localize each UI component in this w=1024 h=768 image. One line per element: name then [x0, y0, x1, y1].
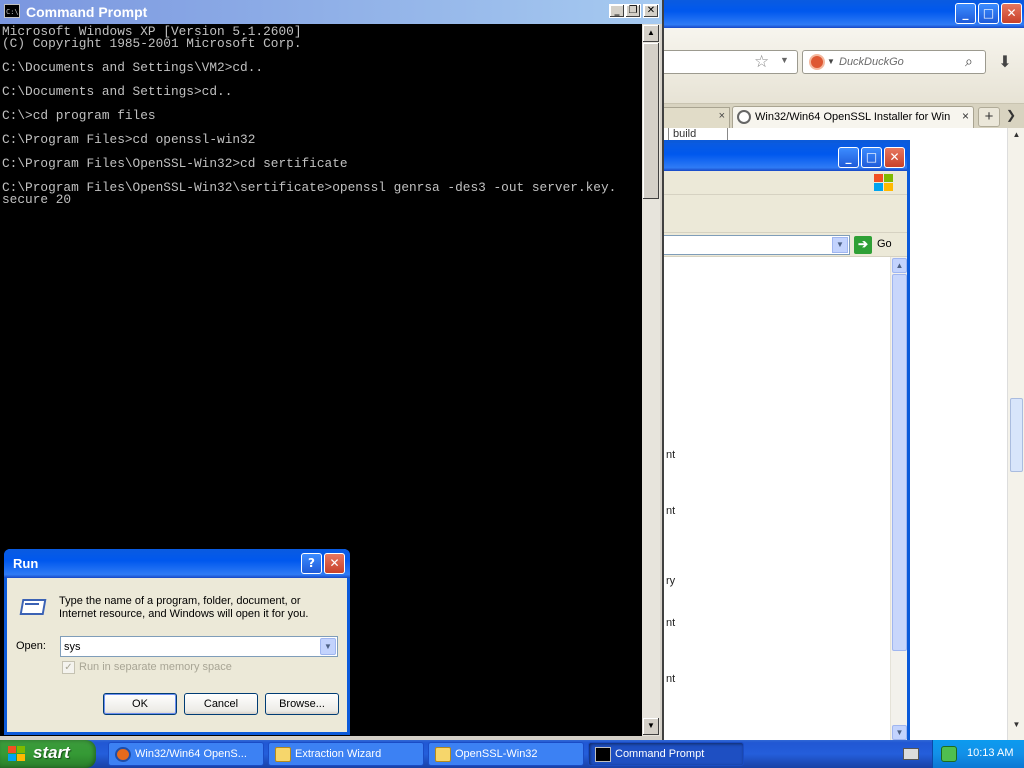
taskbar-item-label: Extraction Wizard: [295, 748, 382, 760]
scrollbar-thumb[interactable]: [892, 274, 907, 651]
taskbar-item-label: Win32/Win64 OpenS...: [135, 748, 247, 760]
tab-openssl-installer[interactable]: Win32/Win64 OpenSSL Installer for Win...…: [732, 106, 974, 128]
run-close-button[interactable]: ✕: [324, 553, 345, 574]
address-dropdown-icon[interactable]: ▼: [832, 237, 848, 253]
tab-close-icon[interactable]: ×: [719, 110, 725, 122]
taskbar-item-extraction-wizard[interactable]: Extraction Wizard: [268, 742, 424, 766]
go-arrow-icon[interactable]: ➔: [854, 236, 872, 254]
separate-memory-checkbox: ✓: [62, 661, 75, 674]
explorer-window-openssl: _ □ ✕ ▼ ➔ Go nt nt ry nt nt ▲ ▼: [664, 140, 910, 743]
firefox-minimize-button[interactable]: _: [955, 3, 976, 24]
ok-button[interactable]: OK: [103, 693, 177, 715]
site-favicon-icon: [737, 110, 751, 124]
scroll-down-arrow-icon[interactable]: ▼: [643, 718, 659, 735]
scroll-down-arrow-icon[interactable]: ▼: [1010, 720, 1023, 734]
help-button[interactable]: ?: [301, 553, 322, 574]
explorer-menu-bar: [664, 171, 907, 195]
command-prompt-icon: C:\: [4, 4, 20, 18]
explorer-minimize-button[interactable]: _: [838, 147, 859, 168]
taskbar-item-firefox[interactable]: Win32/Win64 OpenS...: [108, 742, 264, 766]
taskbar-item-label: OpenSSL-Win32: [455, 748, 538, 760]
tab-label: Win32/Win64 OpenSSL Installer for Win...: [755, 111, 951, 123]
go-button[interactable]: Go: [877, 238, 892, 250]
scrollbar-thumb[interactable]: [1010, 398, 1023, 472]
explorer-maximize-button[interactable]: □: [861, 147, 882, 168]
open-combobox[interactable]: ▼: [60, 636, 338, 657]
taskbar-item-label: Command Prompt: [615, 748, 705, 760]
start-label: start: [33, 743, 70, 762]
file-list-text-fragment: nt: [666, 449, 676, 461]
download-icon[interactable]: ⬇: [992, 52, 1018, 74]
address-field[interactable]: ▼: [664, 235, 850, 255]
url-history-dropdown-icon[interactable]: ▼: [780, 55, 789, 65]
cmd-close-button[interactable]: ✕: [643, 4, 659, 18]
window-title: Command Prompt: [26, 4, 148, 20]
new-tab-button[interactable]: +: [978, 107, 1000, 127]
windows-logo-icon: [874, 174, 894, 192]
cmd-minimize-button[interactable]: _: [609, 4, 625, 18]
firefox-icon: [115, 747, 131, 762]
file-list-text-fragment: nt: [666, 505, 676, 517]
search-placeholder: DuckDuckGo: [839, 56, 904, 68]
console-text: Microsoft Windows XP [Version 5.1.2600] …: [2, 24, 617, 207]
firefox-tab-strip: × Win32/Win64 OpenSSL Installer for Win.…: [664, 104, 1024, 128]
open-input[interactable]: [64, 639, 316, 654]
tab-scroll-right-icon[interactable]: ❯: [1006, 108, 1016, 122]
bookmark-star-icon[interactable]: ☆: [754, 52, 769, 72]
console-vertical-scrollbar[interactable]: ▲ ▼: [642, 24, 660, 736]
firefox-vertical-scrollbar[interactable]: ▲ ▼: [1007, 128, 1024, 740]
scroll-up-arrow-icon[interactable]: ▲: [892, 258, 907, 273]
network-icon[interactable]: [941, 746, 957, 762]
explorer-address-bar: ▼ ➔ Go: [664, 233, 907, 257]
start-button[interactable]: start: [0, 740, 96, 768]
separate-memory-label: Run in separate memory space: [79, 661, 232, 673]
windows-logo-icon: [8, 746, 26, 762]
system-tray: 10:13 AM: [932, 740, 1024, 768]
file-list-text-fragment: ry: [666, 575, 676, 587]
firefox-maximize-button[interactable]: □: [978, 3, 999, 24]
explorer-close-button[interactable]: ✕: [884, 147, 905, 168]
firefox-url-bar[interactable]: [664, 50, 798, 74]
firefox-close-button[interactable]: ✕: [1001, 3, 1022, 24]
open-label: Open:: [16, 640, 46, 652]
firefox-search-box[interactable]: ▼ DuckDuckGo ⌕: [802, 50, 986, 74]
tab-close-icon[interactable]: ×: [962, 109, 969, 123]
explorer-file-list: nt nt ry nt nt ▲ ▼: [664, 257, 907, 743]
command-prompt-icon: [595, 747, 611, 762]
command-prompt-titlebar: C:\ Command Prompt _ ❐ ✕: [0, 0, 662, 24]
search-icon[interactable]: ⌕: [965, 53, 973, 70]
run-description: Type the name of a program, folder, docu…: [59, 595, 309, 620]
keyboard-icon[interactable]: [903, 748, 919, 760]
folder-icon: [275, 747, 291, 762]
explorer-vertical-scrollbar[interactable]: ▲ ▼: [890, 257, 907, 743]
tab-inactive[interactable]: ×: [664, 107, 730, 128]
duckduckgo-icon[interactable]: [809, 54, 825, 70]
run-dialog-titlebar: Run ? ✕: [4, 549, 350, 578]
scroll-down-arrow-icon[interactable]: ▼: [892, 725, 907, 740]
run-dialog: Run ? ✕ Type the name of a program, fold…: [4, 549, 350, 735]
browse-button[interactable]: Browse...: [265, 693, 339, 715]
taskbar-item-openssl-win32[interactable]: OpenSSL-Win32: [428, 742, 584, 766]
run-program-icon: [17, 593, 49, 621]
dialog-title: Run: [13, 556, 39, 571]
explorer-toolbar: [664, 195, 907, 233]
scroll-up-arrow-icon[interactable]: ▲: [643, 25, 659, 42]
file-list-text-fragment: nt: [666, 673, 676, 685]
search-engine-dropdown-icon[interactable]: ▼: [827, 57, 835, 66]
scroll-up-arrow-icon[interactable]: ▲: [1010, 130, 1023, 144]
file-list-text-fragment: nt: [666, 617, 676, 629]
taskbar-item-command-prompt[interactable]: Command Prompt: [588, 742, 744, 766]
explorer-titlebar: _ □ ✕: [664, 143, 907, 171]
cmd-maximize-button[interactable]: ❐: [625, 4, 641, 18]
folder-icon: [435, 747, 451, 762]
cancel-button[interactable]: Cancel: [184, 693, 258, 715]
taskbar: start Win32/Win64 OpenS... Extraction Wi…: [0, 740, 1024, 768]
open-dropdown-icon[interactable]: ▼: [320, 638, 336, 655]
clock[interactable]: 10:13 AM: [967, 747, 1013, 759]
scrollbar-thumb[interactable]: [643, 43, 659, 199]
